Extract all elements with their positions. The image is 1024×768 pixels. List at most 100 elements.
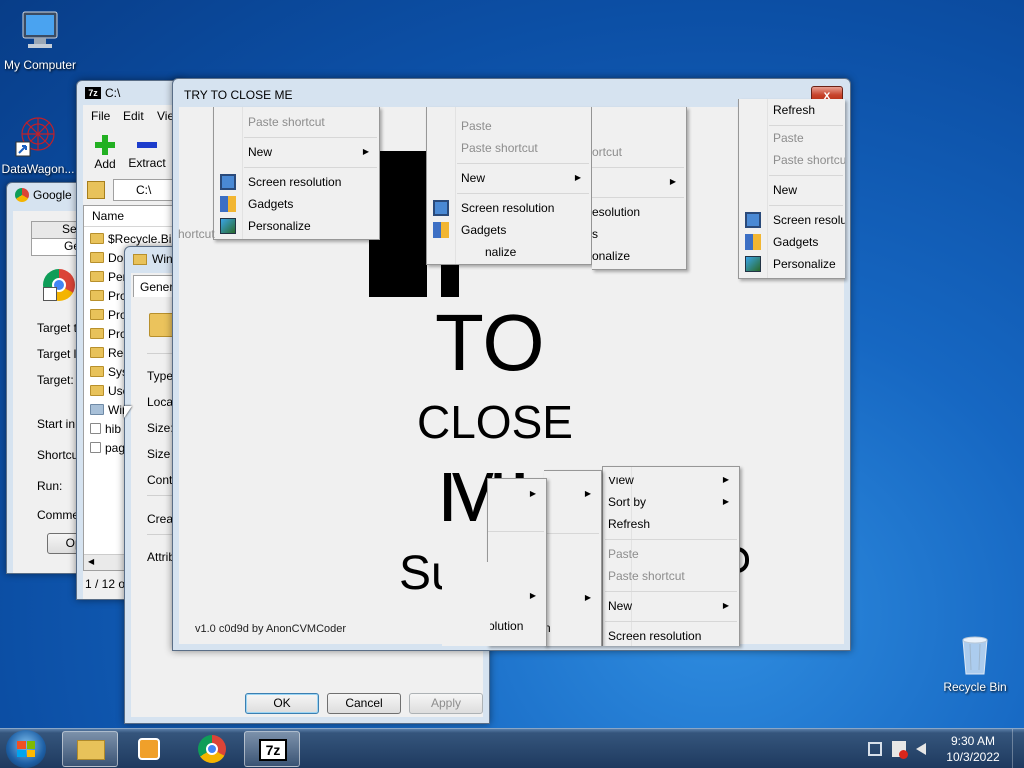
menu-item-fragment[interactable]: ▶ bbox=[544, 483, 601, 505]
menu-item-fragment[interactable]: ▶ bbox=[488, 483, 546, 505]
label-run: Run: bbox=[37, 479, 63, 493]
taskbar-media-player-button[interactable] bbox=[122, 731, 178, 767]
list-item[interactable]: Pro bbox=[90, 325, 127, 344]
list-item[interactable]: Pro bbox=[90, 306, 127, 325]
menu-item-new[interactable]: New ▶ bbox=[214, 141, 379, 163]
column-header-name[interactable]: Name bbox=[92, 209, 124, 223]
menu-item-paste[interactable]: Paste bbox=[739, 127, 845, 149]
list-item[interactable]: Pro bbox=[90, 287, 127, 306]
menu-item-screen-resolution[interactable]: Screen resolu bbox=[739, 209, 845, 231]
folder-icon bbox=[90, 233, 104, 244]
desktop-context-menu[interactable]: View ▶ Sort by ▶ Refresh Paste Paste short… bbox=[602, 466, 740, 646]
menu-item-fragment[interactable]: olution bbox=[488, 615, 546, 637]
scroll-left-icon[interactable]: ◀ bbox=[88, 557, 94, 566]
menu-item-paste[interactable]: Paste bbox=[427, 115, 591, 137]
chrome-icon bbox=[198, 735, 226, 763]
menu-item-new-fragment[interactable]: ▶ bbox=[592, 171, 686, 193]
menu-item-view[interactable]: View ▶ bbox=[603, 475, 739, 491]
desktop-context-menu-fragment[interactable]: ▶ ▶ olution bbox=[487, 478, 547, 646]
menu-item-refresh[interactable]: Refresh bbox=[739, 99, 845, 121]
list-item[interactable]: Do bbox=[90, 249, 123, 268]
label-shortcut-key: Shortcut bbox=[37, 448, 82, 462]
label-target: Target: bbox=[37, 373, 74, 387]
desktop-icon-recycle-bin[interactable]: Recycle Bin bbox=[935, 630, 1015, 694]
list-item[interactable]: Sys bbox=[90, 363, 128, 382]
desktop-context-menu[interactable]: Paste Paste shortcut New ▶ Screen resolut… bbox=[426, 107, 592, 265]
menu-item-paste-shortcut[interactable]: Paste shortcut bbox=[427, 137, 591, 159]
clock-time: 9:30 AM bbox=[950, 734, 996, 748]
minus-icon bbox=[137, 142, 157, 148]
menu-item-fragment[interactable]: n bbox=[544, 617, 601, 639]
menu-item-new[interactable]: New bbox=[739, 179, 845, 201]
menu-file[interactable]: File bbox=[91, 109, 110, 123]
list-item[interactable]: Per bbox=[90, 268, 127, 287]
menu-item-fragment[interactable]: esolution bbox=[592, 201, 686, 223]
volume-icon[interactable] bbox=[916, 743, 926, 755]
label-attributes: Attrib bbox=[147, 550, 176, 564]
menu-item-gadgets[interactable]: Gadgets bbox=[739, 231, 845, 253]
datawagon-icon bbox=[14, 112, 62, 160]
menu-item-sort-by[interactable]: Sort by ▶ bbox=[603, 491, 739, 513]
list-item[interactable]: hib bbox=[90, 420, 121, 439]
menu-item-fragment[interactable]: s bbox=[592, 223, 686, 245]
extract-label: Extract bbox=[128, 156, 166, 170]
add-label: Add bbox=[94, 157, 116, 171]
action-center-flag-icon[interactable] bbox=[892, 741, 908, 759]
up-folder-icon[interactable] bbox=[87, 181, 105, 199]
window-title: C:\ bbox=[105, 86, 121, 100]
desktop-icon-label: Recycle Bin bbox=[943, 680, 1007, 694]
menu-item-paste-shortcut[interactable]: Paste shortcu bbox=[739, 149, 845, 171]
desktop-icon-datawagon[interactable]: DataWagon... bbox=[0, 112, 78, 176]
menu-item-refresh[interactable]: Refresh bbox=[603, 513, 739, 535]
list-item[interactable]: Win bbox=[90, 401, 129, 420]
menu-item-screen-resolution[interactable]: Screen resolution bbox=[214, 171, 379, 193]
chrome-icon bbox=[15, 188, 29, 202]
folder-icon bbox=[77, 740, 105, 760]
apply-button[interactable]: Apply bbox=[409, 693, 483, 714]
clock[interactable]: 9:30 AM 10/3/2022 bbox=[940, 733, 1006, 765]
recycle-bin-icon bbox=[951, 630, 999, 678]
cancel-button[interactable]: Cancel bbox=[327, 693, 401, 714]
menu-item-screen-resolution[interactable]: Screen resolution bbox=[427, 197, 591, 219]
extract-button[interactable]: Extract bbox=[123, 131, 171, 173]
taskbar-explorer-button[interactable] bbox=[62, 731, 118, 767]
desktop-context-menu[interactable]: Refresh Paste Paste shortcu New Screen r… bbox=[738, 99, 845, 279]
monitor-icon bbox=[433, 200, 449, 216]
show-desktop-button[interactable] bbox=[1012, 729, 1024, 768]
start-button[interactable] bbox=[6, 730, 46, 768]
submenu-arrow-icon: ▶ bbox=[584, 593, 591, 602]
menu-item-new[interactable]: New ▶ bbox=[427, 167, 591, 189]
menu-item-paste-shortcut[interactable]: Paste shortcut bbox=[214, 111, 379, 133]
menu-item-fragment[interactable]: ortcut bbox=[592, 141, 686, 163]
desktop-icon-my-computer[interactable]: My Computer bbox=[0, 8, 80, 72]
menu-item-screen-resolution[interactable]: Screen resolution bbox=[603, 625, 739, 646]
desktop-context-menu-fragment[interactable]: ▶ ▶ n bbox=[544, 470, 602, 646]
menu-item-gadgets[interactable]: Gadgets bbox=[427, 219, 591, 241]
menu-item-paste-shortcut[interactable]: Paste shortcut bbox=[603, 565, 739, 587]
menu-item-new[interactable]: New ▶ bbox=[603, 595, 739, 617]
menu-item-fragment[interactable]: ▶ bbox=[544, 587, 601, 609]
add-button[interactable]: Add bbox=[89, 131, 121, 173]
desktop-context-menu-fragment[interactable]: ortcut ▶ esolution s onalize bbox=[592, 107, 687, 270]
canvas-blank-fragment bbox=[442, 562, 490, 646]
folder-icon bbox=[90, 385, 104, 396]
menu-item-personalize[interactable]: Personalize bbox=[739, 253, 845, 275]
menu-edit[interactable]: Edit bbox=[123, 109, 144, 123]
menu-item-personalize[interactable]: Personalize bbox=[214, 215, 379, 237]
taskbar-chrome-button[interactable] bbox=[184, 731, 240, 767]
menu-item-fragment[interactable]: onalize bbox=[592, 245, 686, 267]
title-bar[interactable]: 7z C:\ bbox=[77, 81, 185, 105]
desktop-context-menu[interactable]: Paste shortcut New ▶ Screen resolution Ga… bbox=[213, 107, 380, 240]
ok-button[interactable]: OK bbox=[245, 693, 319, 714]
folder-icon bbox=[90, 271, 104, 282]
menu-item-gadgets[interactable]: Gadgets bbox=[214, 193, 379, 215]
submenu-arrow-icon: ▶ bbox=[722, 475, 729, 484]
list-item[interactable]: pag bbox=[90, 439, 125, 458]
network-icon[interactable] bbox=[868, 742, 882, 756]
menu-item-fragment[interactable]: ▶ bbox=[488, 585, 546, 607]
taskbar-7zip-button[interactable]: 7z bbox=[244, 731, 300, 767]
menu-item-paste[interactable]: Paste bbox=[603, 543, 739, 565]
desktop-icon-label: DataWagon... bbox=[1, 162, 75, 176]
menu-item-personalize-fragment[interactable]: nalize bbox=[427, 241, 591, 263]
submenu-arrow-icon: ▶ bbox=[529, 591, 536, 600]
